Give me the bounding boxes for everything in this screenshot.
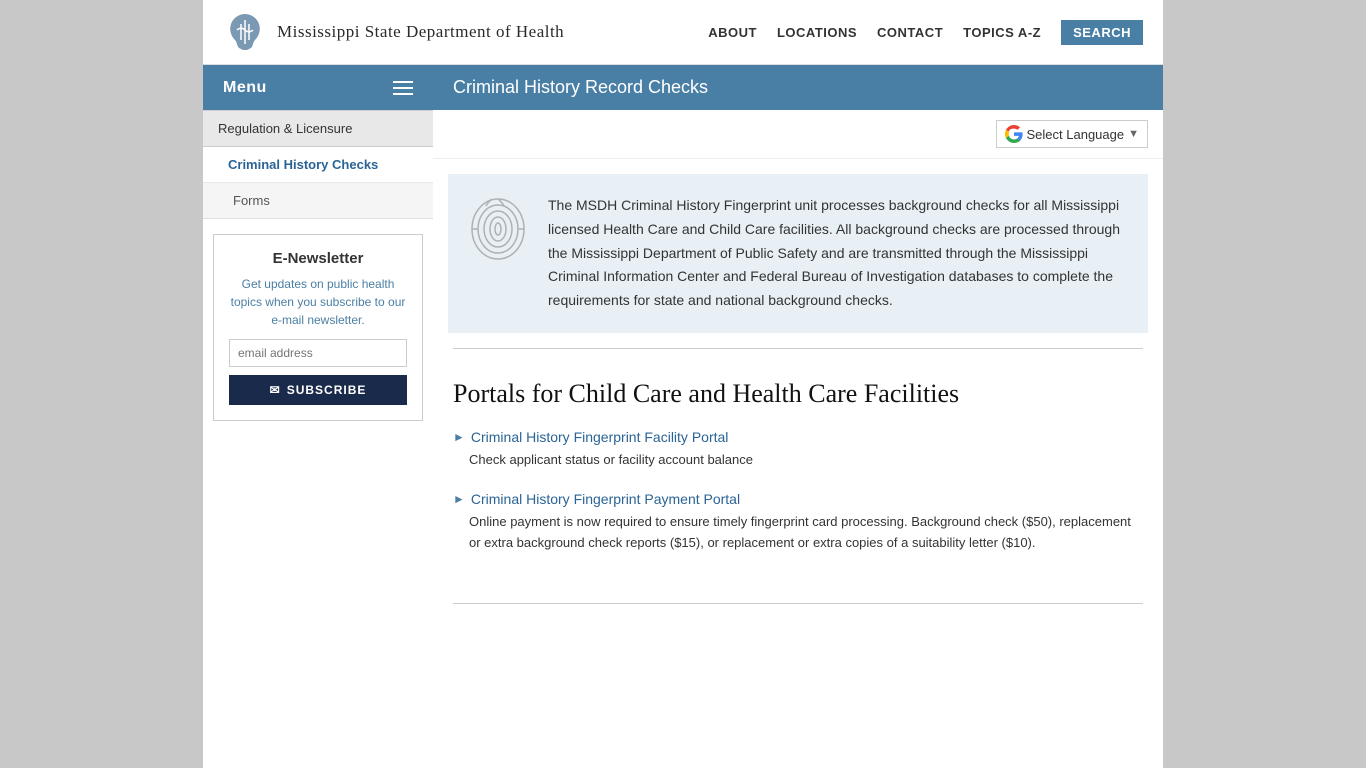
language-selector[interactable]: Select Language ▼: [996, 120, 1148, 148]
portals-title: Portals for Child Care and Health Care F…: [453, 379, 1143, 409]
envelope-icon: ✉: [270, 383, 281, 397]
enewsletter-box: E-Newsletter Get updates on public healt…: [213, 234, 423, 421]
sidebar: Regulation & Licensure Criminal History …: [203, 110, 433, 436]
fingerprint-icon: [468, 194, 528, 264]
intro-text: The MSDH Criminal History Fingerprint un…: [548, 194, 1128, 313]
main-nav: ABOUT LOCATIONS CONTACT TOPICS A-Z SEARC…: [708, 20, 1143, 45]
nav-about[interactable]: ABOUT: [708, 25, 757, 40]
org-name: Mississippi State Department of Health: [277, 22, 564, 42]
menu-toggle-button[interactable]: Menu: [203, 65, 433, 110]
portal-item-1: ► Criminal History Fingerprint Payment P…: [453, 491, 1143, 554]
sidebar-item-criminal-history[interactable]: Criminal History Checks: [203, 147, 433, 183]
arrow-icon-0: ►: [453, 430, 465, 444]
google-icon: [1005, 125, 1023, 143]
email-input[interactable]: [229, 339, 407, 367]
portal-item-0: ► Criminal History Fingerprint Facility …: [453, 429, 1143, 471]
sidebar-section-title[interactable]: Regulation & Licensure: [203, 110, 433, 147]
lang-dropdown-icon: ▼: [1128, 128, 1139, 140]
page-title: Criminal History Record Checks: [433, 65, 1163, 110]
sidebar-item-forms[interactable]: Forms: [203, 183, 433, 219]
nav-locations[interactable]: LOCATIONS: [777, 25, 857, 40]
portal-link-0[interactable]: ► Criminal History Fingerprint Facility …: [453, 429, 1143, 445]
portal-desc-0: Check applicant status or facility accou…: [453, 450, 1143, 471]
portal-desc-1: Online payment is now required to ensure…: [453, 512, 1143, 554]
enewsletter-description: Get updates on public health topics when…: [229, 275, 407, 329]
section-divider: [453, 348, 1143, 349]
portal-link-1[interactable]: ► Criminal History Fingerprint Payment P…: [453, 491, 1143, 507]
portals-section: Portals for Child Care and Health Care F…: [433, 364, 1163, 588]
logo-area: Mississippi State Department of Health: [223, 10, 564, 54]
main-layout: Regulation & Licensure Criminal History …: [203, 110, 1163, 710]
menu-label: Menu: [223, 79, 267, 97]
site-header: Mississippi State Department of Health A…: [203, 0, 1163, 65]
bottom-divider: [453, 603, 1143, 604]
msdh-logo-icon: [223, 10, 267, 54]
nav-topics[interactable]: TOPICS A-Z: [963, 25, 1041, 40]
intro-box: The MSDH Criminal History Fingerprint un…: [448, 174, 1148, 333]
arrow-icon-1: ►: [453, 492, 465, 506]
language-bar: Select Language ▼: [433, 110, 1163, 159]
nav-search[interactable]: SEARCH: [1061, 20, 1143, 45]
top-bar: Menu Criminal History Record Checks: [203, 65, 1163, 110]
enewsletter-title: E-Newsletter: [229, 250, 407, 267]
lang-selector-label: Select Language: [1027, 127, 1125, 142]
subscribe-button[interactable]: ✉ SUBSCRIBE: [229, 375, 407, 405]
nav-contact[interactable]: CONTACT: [877, 25, 943, 40]
content-area: Select Language ▼ The MSDH Crimina: [433, 110, 1163, 710]
hamburger-icon: [393, 81, 413, 95]
